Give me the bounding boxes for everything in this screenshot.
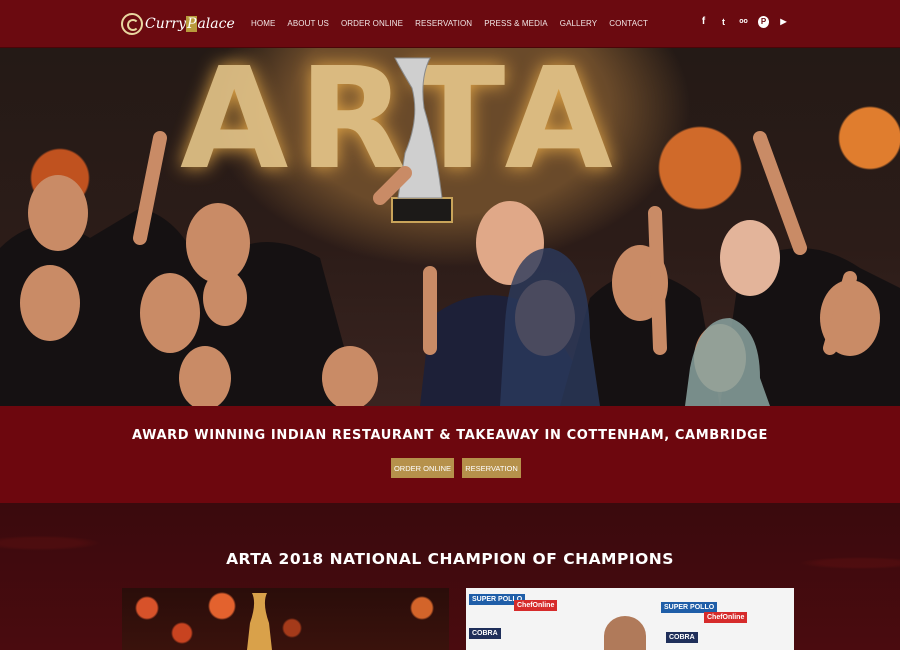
trophy-icon — [247, 593, 272, 650]
person-photo — [604, 616, 646, 650]
main-nav: HOME ABOUT US ORDER ONLINE RESERVATION P… — [251, 19, 660, 28]
curry-palace-logo[interactable]: CurryPalace — [121, 9, 235, 39]
nav-press-media[interactable]: PRESS & MEDIA — [484, 19, 548, 28]
award-section: ARTA 2018 NATIONAL CHAMPION OF CHAMPIONS… — [0, 503, 900, 650]
sponsor-logo: ChefOnline — [704, 612, 748, 623]
tagline-banner: AWARD WINNING INDIAN RESTAURANT & TAKEAW… — [0, 406, 900, 503]
crowd-illustration — [0, 57, 900, 406]
reservation-button[interactable]: RESERVATION — [462, 458, 521, 478]
nav-reservation[interactable]: RESERVATION — [415, 19, 472, 28]
sponsor-logo: COBRA — [666, 632, 698, 643]
nav-contact[interactable]: CONTACT — [609, 19, 648, 28]
award-photo-left[interactable] — [122, 588, 449, 650]
nav-home[interactable]: HOME — [251, 19, 275, 28]
pinterest-icon[interactable]: P — [758, 16, 769, 28]
trophy-icon — [391, 57, 453, 223]
logo-mark-icon — [121, 13, 143, 35]
sponsor-logo: ChefOnline — [514, 600, 558, 611]
site-header: CurryPalace HOME ABOUT US ORDER ONLINE R… — [0, 0, 900, 48]
tripadvisor-icon[interactable]: oo — [738, 16, 749, 28]
nav-about-us[interactable]: ABOUT US — [287, 19, 329, 28]
youtube-icon[interactable]: ▶ — [778, 16, 789, 28]
award-photo-right[interactable]: SUPER POLLO ChefOnline COBRA SUPER POLLO… — [466, 588, 794, 650]
hero-image: ARTA — [0, 48, 900, 406]
social-links: f t oo P ▶ — [698, 16, 798, 28]
banner-title: AWARD WINNING INDIAN RESTAURANT & TAKEAW… — [132, 428, 768, 443]
nav-order-online[interactable]: ORDER ONLINE — [341, 19, 403, 28]
logo-text: CurryPalace — [145, 16, 235, 32]
sponsor-logo: COBRA — [469, 628, 501, 639]
twitter-icon[interactable]: t — [718, 16, 729, 28]
nav-gallery[interactable]: GALLERY — [560, 19, 597, 28]
facebook-icon[interactable]: f — [698, 16, 709, 28]
order-online-button[interactable]: ORDER ONLINE — [391, 458, 454, 478]
section-title: ARTA 2018 NATIONAL CHAMPION OF CHAMPIONS — [226, 550, 674, 568]
